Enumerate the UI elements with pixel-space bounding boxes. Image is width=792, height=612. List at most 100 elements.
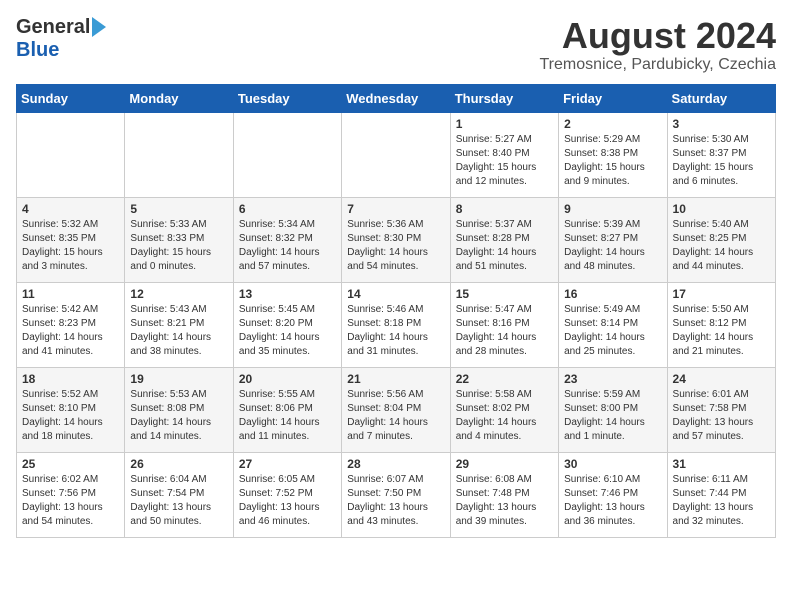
day-of-week-header: Wednesday <box>342 84 450 112</box>
calendar-day-cell: 31 Sunrise: 6:11 AM Sunset: 7:44 PM Dayli… <box>667 452 775 537</box>
calendar-day-cell: 24 Sunrise: 6:01 AM Sunset: 7:58 PM Dayli… <box>667 367 775 452</box>
day-number: 19 <box>130 372 227 386</box>
calendar-week-row: 25 Sunrise: 6:02 AM Sunset: 7:56 PM Dayli… <box>17 452 776 537</box>
day-number: 20 <box>239 372 336 386</box>
calendar-day-cell: 3 Sunrise: 5:30 AM Sunset: 8:37 PM Daylig… <box>667 112 775 197</box>
day-number: 4 <box>22 202 119 216</box>
day-info: Sunrise: 5:39 AM Sunset: 8:27 PM Dayligh… <box>564 218 661 274</box>
calendar-day-cell <box>342 112 450 197</box>
day-info: Sunrise: 6:05 AM Sunset: 7:52 PM Dayligh… <box>239 473 336 529</box>
day-info: Sunrise: 5:59 AM Sunset: 8:00 PM Dayligh… <box>564 388 661 444</box>
calendar-day-cell: 8Sunrise: 5:37 AM Sunset: 8:28 PM Daylig… <box>450 197 558 282</box>
calendar-day-cell: 19 Sunrise: 5:53 AM Sunset: 8:08 PM Dayli… <box>125 367 233 452</box>
day-number: 22 <box>456 372 553 386</box>
day-number: 24 <box>673 372 770 386</box>
day-number: 11 <box>22 287 119 301</box>
calendar-title: August 2024 <box>539 16 776 56</box>
day-info: Sunrise: 5:29 AM Sunset: 8:38 PM Dayligh… <box>564 133 661 189</box>
day-number: 28 <box>347 457 444 471</box>
day-info: Sunrise: 5:33 AM Sunset: 8:33 PM Dayligh… <box>130 218 227 274</box>
calendar-header-row: SundayMondayTuesdayWednesdayThursdayFrid… <box>17 84 776 112</box>
day-number: 8 <box>456 202 553 216</box>
day-number: 10 <box>673 202 770 216</box>
day-number: 29 <box>456 457 553 471</box>
day-info: Sunrise: 5:56 AM Sunset: 8:04 PM Dayligh… <box>347 388 444 444</box>
day-info: Sunrise: 5:36 AM Sunset: 8:30 PM Dayligh… <box>347 218 444 274</box>
day-info: Sunrise: 6:11 AM Sunset: 7:44 PM Dayligh… <box>673 473 770 529</box>
day-of-week-header: Sunday <box>17 84 125 112</box>
calendar-day-cell: 11 Sunrise: 5:42 AM Sunset: 8:23 PM Dayli… <box>17 282 125 367</box>
day-number: 12 <box>130 287 227 301</box>
day-number: 13 <box>239 287 336 301</box>
calendar-table: SundayMondayTuesdayWednesdayThursdayFrid… <box>16 84 776 538</box>
title-area: August 2024 Tremosnice, Pardubicky, Czec… <box>539 16 776 74</box>
day-number: 15 <box>456 287 553 301</box>
calendar-subtitle: Tremosnice, Pardubicky, Czechia <box>539 56 776 74</box>
day-of-week-header: Monday <box>125 84 233 112</box>
day-number: 18 <box>22 372 119 386</box>
calendar-day-cell: 17Sunrise: 5:50 AM Sunset: 8:12 PM Dayli… <box>667 282 775 367</box>
calendar-week-row: 4 Sunrise: 5:32 AM Sunset: 8:35 PM Daylig… <box>17 197 776 282</box>
day-info: Sunrise: 5:32 AM Sunset: 8:35 PM Dayligh… <box>22 218 119 274</box>
calendar-day-cell: 21 Sunrise: 5:56 AM Sunset: 8:04 PM Dayli… <box>342 367 450 452</box>
calendar-day-cell: 18 Sunrise: 5:52 AM Sunset: 8:10 PM Dayli… <box>17 367 125 452</box>
day-info: Sunrise: 5:53 AM Sunset: 8:08 PM Dayligh… <box>130 388 227 444</box>
day-info: Sunrise: 5:40 AM Sunset: 8:25 PM Dayligh… <box>673 218 770 274</box>
calendar-day-cell: 20Sunrise: 5:55 AM Sunset: 8:06 PM Dayli… <box>233 367 341 452</box>
calendar-day-cell: 25 Sunrise: 6:02 AM Sunset: 7:56 PM Dayli… <box>17 452 125 537</box>
day-info: Sunrise: 5:30 AM Sunset: 8:37 PM Dayligh… <box>673 133 770 189</box>
calendar-day-cell: 30 Sunrise: 6:10 AM Sunset: 7:46 PM Dayli… <box>559 452 667 537</box>
day-number: 3 <box>673 117 770 131</box>
day-number: 6 <box>239 202 336 216</box>
day-number: 14 <box>347 287 444 301</box>
calendar-day-cell: 2Sunrise: 5:29 AM Sunset: 8:38 PM Daylig… <box>559 112 667 197</box>
calendar-day-cell: 9 Sunrise: 5:39 AM Sunset: 8:27 PM Daylig… <box>559 197 667 282</box>
page-header: General Blue August 2024 Tremosnice, Par… <box>16 16 776 74</box>
logo-general-text: General <box>16 16 90 39</box>
calendar-day-cell <box>233 112 341 197</box>
calendar-day-cell: 1Sunrise: 5:27 AM Sunset: 8:40 PM Daylig… <box>450 112 558 197</box>
logo-triangle-icon <box>92 17 106 37</box>
day-of-week-header: Thursday <box>450 84 558 112</box>
calendar-day-cell: 27Sunrise: 6:05 AM Sunset: 7:52 PM Dayli… <box>233 452 341 537</box>
day-info: Sunrise: 5:47 AM Sunset: 8:16 PM Dayligh… <box>456 303 553 359</box>
logo-blue-text: Blue <box>16 39 59 62</box>
calendar-day-cell: 29Sunrise: 6:08 AM Sunset: 7:48 PM Dayli… <box>450 452 558 537</box>
calendar-day-cell: 26Sunrise: 6:04 AM Sunset: 7:54 PM Dayli… <box>125 452 233 537</box>
day-info: Sunrise: 5:49 AM Sunset: 8:14 PM Dayligh… <box>564 303 661 359</box>
day-info: Sunrise: 6:01 AM Sunset: 7:58 PM Dayligh… <box>673 388 770 444</box>
calendar-day-cell <box>17 112 125 197</box>
calendar-day-cell: 23 Sunrise: 5:59 AM Sunset: 8:00 PM Dayli… <box>559 367 667 452</box>
calendar-day-cell <box>125 112 233 197</box>
day-info: Sunrise: 5:45 AM Sunset: 8:20 PM Dayligh… <box>239 303 336 359</box>
day-number: 30 <box>564 457 661 471</box>
day-of-week-header: Friday <box>559 84 667 112</box>
day-info: Sunrise: 5:58 AM Sunset: 8:02 PM Dayligh… <box>456 388 553 444</box>
day-info: Sunrise: 6:02 AM Sunset: 7:56 PM Dayligh… <box>22 473 119 529</box>
calendar-day-cell: 5 Sunrise: 5:33 AM Sunset: 8:33 PM Daylig… <box>125 197 233 282</box>
day-info: Sunrise: 5:52 AM Sunset: 8:10 PM Dayligh… <box>22 388 119 444</box>
calendar-day-cell: 14 Sunrise: 5:46 AM Sunset: 8:18 PM Dayli… <box>342 282 450 367</box>
day-info: Sunrise: 5:42 AM Sunset: 8:23 PM Dayligh… <box>22 303 119 359</box>
day-number: 9 <box>564 202 661 216</box>
calendar-day-cell: 12 Sunrise: 5:43 AM Sunset: 8:21 PM Dayli… <box>125 282 233 367</box>
calendar-week-row: 11 Sunrise: 5:42 AM Sunset: 8:23 PM Dayli… <box>17 282 776 367</box>
calendar-week-row: 1Sunrise: 5:27 AM Sunset: 8:40 PM Daylig… <box>17 112 776 197</box>
calendar-day-cell: 16 Sunrise: 5:49 AM Sunset: 8:14 PM Dayli… <box>559 282 667 367</box>
day-info: Sunrise: 5:46 AM Sunset: 8:18 PM Dayligh… <box>347 303 444 359</box>
calendar-day-cell: 6Sunrise: 5:34 AM Sunset: 8:32 PM Daylig… <box>233 197 341 282</box>
day-number: 31 <box>673 457 770 471</box>
day-info: Sunrise: 6:10 AM Sunset: 7:46 PM Dayligh… <box>564 473 661 529</box>
day-number: 7 <box>347 202 444 216</box>
calendar-day-cell: 4 Sunrise: 5:32 AM Sunset: 8:35 PM Daylig… <box>17 197 125 282</box>
calendar-day-cell: 15 Sunrise: 5:47 AM Sunset: 8:16 PM Dayli… <box>450 282 558 367</box>
day-number: 25 <box>22 457 119 471</box>
day-number: 5 <box>130 202 227 216</box>
day-number: 16 <box>564 287 661 301</box>
day-info: Sunrise: 5:43 AM Sunset: 8:21 PM Dayligh… <box>130 303 227 359</box>
day-number: 21 <box>347 372 444 386</box>
day-info: Sunrise: 5:27 AM Sunset: 8:40 PM Dayligh… <box>456 133 553 189</box>
calendar-day-cell: 7 Sunrise: 5:36 AM Sunset: 8:30 PM Daylig… <box>342 197 450 282</box>
day-number: 23 <box>564 372 661 386</box>
calendar-day-cell: 22 Sunrise: 5:58 AM Sunset: 8:02 PM Dayli… <box>450 367 558 452</box>
